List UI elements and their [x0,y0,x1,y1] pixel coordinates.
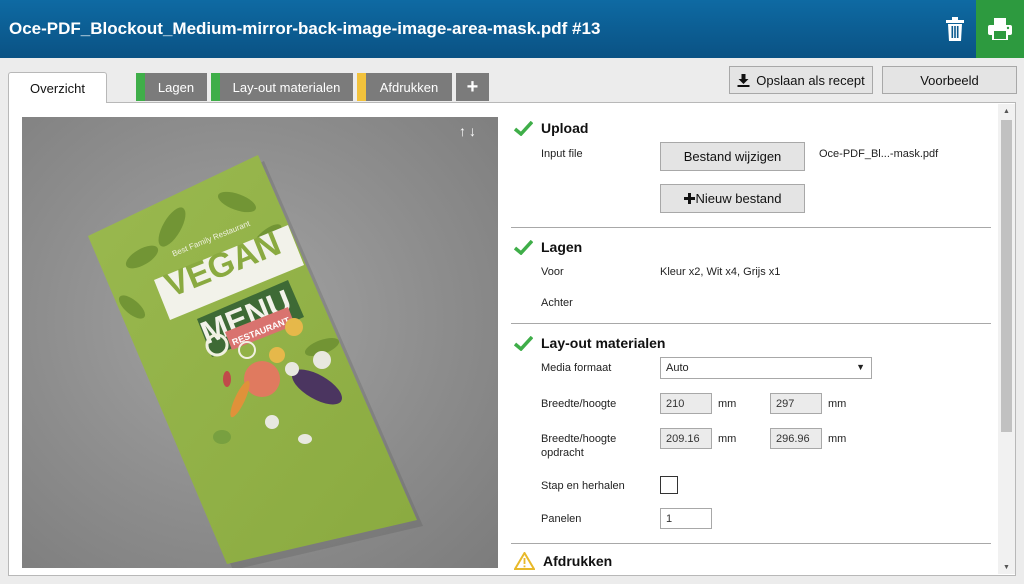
preview-button[interactable]: Voorbeeld [882,66,1017,94]
scroll-thumb[interactable] [1001,120,1012,432]
back-label: Achter [541,297,573,309]
tab-layout-label: Lay-out materialen [232,79,341,95]
width-field[interactable]: 210 [660,393,712,414]
upload-title: Upload [541,120,589,136]
add-tab-button[interactable]: + [456,73,489,101]
save-recipe-label: Opslaan als recept [756,72,865,88]
delete-button[interactable] [934,0,976,58]
divider [511,543,991,544]
divider [511,227,991,228]
scroll-up-icon[interactable]: ▲ [998,104,1015,118]
check-icon [514,120,533,136]
tab-layers[interactable]: Lagen [136,73,207,101]
tab-layers-label: Lagen [157,79,195,95]
status-strip [357,73,366,101]
status-strip [211,73,220,101]
tab-print-label: Afdrukken [379,79,439,95]
new-file-label: Nieuw bestand [695,191,782,206]
height-unit: mm [828,398,847,410]
change-file-button[interactable]: Bestand wijzigen [660,142,805,171]
upload-section-header: Upload [514,120,588,136]
front-value: Kleur x2, Wit x4, Grijs x1 [660,266,781,278]
warning-icon [514,552,535,570]
job-height-field[interactable]: 296.96 [770,428,822,449]
step-repeat-label: Stap en herhalen [541,480,625,492]
flip-arrows-icon[interactable]: ↑↓ [459,123,479,139]
printer-icon [988,18,1012,40]
plus-icon [683,193,695,204]
download-icon [737,73,750,87]
layers-section-header: Lagen [514,239,582,255]
check-icon [514,239,533,255]
print-section-header: Afdrukken [514,552,612,570]
layers-title: Lagen [541,239,583,255]
status-strip [136,73,145,101]
media-format-select[interactable]: Auto ▼ [660,357,872,379]
new-file-button[interactable]: Nieuw bestand [660,184,805,213]
menu-preview-image: VEGAN MENU RESTAURANT Best Family Restau… [88,155,423,568]
chevron-down-icon: ▼ [856,362,865,372]
print-title: Afdrukken [543,553,613,569]
step-repeat-checkbox[interactable] [660,476,678,494]
layout-section-header: Lay-out materialen [514,335,665,351]
divider [511,323,991,324]
job-height-unit: mm [828,433,847,445]
panels-label: Panelen [541,513,582,525]
tab-print[interactable]: Afdrukken [357,73,452,101]
job-size-label: Breedte/hoogte opdracht [541,433,617,459]
tab-layout[interactable]: Lay-out materialen [211,73,353,101]
settings-scrollbar[interactable]: ▲ ▼ [998,104,1015,574]
trash-icon [946,17,964,41]
file-name: Oce-PDF_Bl...-mask.pdf [819,148,939,160]
settings-panel: Upload Input file Bestand wijzigen Oce-P… [511,103,998,573]
job-width-field[interactable]: 209.16 [660,428,712,449]
check-icon [514,335,533,351]
input-file-label: Input file [541,148,583,160]
save-recipe-button[interactable]: Opslaan als recept [729,66,873,94]
job-title: Oce-PDF_Blockout_Medium-mirror-back-imag… [9,19,601,38]
front-label: Voor [541,266,564,278]
width-unit: mm [718,398,737,410]
panels-field[interactable]: 1 [660,508,712,529]
height-field[interactable]: 297 [770,393,822,414]
layout-title: Lay-out materialen [541,335,666,351]
media-format-value: Auto [666,362,689,374]
tab-overview[interactable]: Overzicht [8,72,107,103]
document-preview: VEGAN MENU RESTAURANT Best Family Restau… [22,117,498,568]
media-format-label: Media formaat [541,362,612,374]
app-header: Oce-PDF_Blockout_Medium-mirror-back-imag… [0,0,1024,58]
size-label: Breedte/hoogte [541,398,617,410]
job-width-unit: mm [718,433,737,445]
print-button[interactable] [976,0,1024,58]
scroll-down-icon[interactable]: ▼ [998,560,1015,574]
